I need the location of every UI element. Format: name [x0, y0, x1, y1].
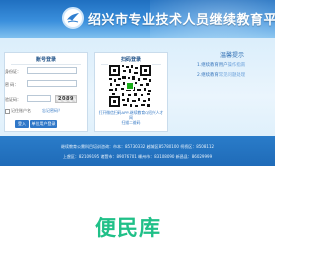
notice-link-highlight[interactable]: 操作指南	[228, 63, 246, 68]
footer: 继续教育公需科目培训咨询：市本：85730332 越城区85780100 柯桥区…	[0, 136, 275, 166]
footer-line2: 上虞区：82109195 诸暨市：89076701 嵊州市：83108090 新…	[62, 154, 213, 159]
header-banner: 绍兴市专业技术人员继续教育平台	[0, 0, 275, 38]
notice-link-highlight[interactable]: 常见问题处理	[219, 73, 245, 78]
notice-title: 温馨提示	[220, 52, 245, 59]
forgot-password-link[interactable]: 忘记密码？	[42, 108, 62, 114]
notice-link-prefix: 2.继续教育	[197, 73, 219, 78]
unit-user-login-button[interactable]: 单位用户登录	[30, 120, 57, 128]
footer-line1: 继续教育公需科目培训咨询：市本：85730332 越城区85780100 柯桥区…	[60, 144, 215, 149]
qr-caption: 打开微信扫码APP-继续教育Q绍兴人才网 扫描二维码	[98, 110, 164, 125]
notice-link-prefix: 1.继续教育用户	[197, 63, 228, 68]
captcha-image[interactable]: 2089	[55, 95, 77, 103]
remember-checkbox[interactable]	[5, 108, 10, 114]
brand-watermark: 便民库	[95, 216, 161, 240]
bird-emblem-icon	[62, 7, 84, 29]
notice-link-guide[interactable]: 1.继续教育用户操作指南	[197, 62, 245, 68]
remember-account[interactable]: 记住账户名	[5, 108, 31, 114]
id-label: 身份证：	[5, 69, 21, 74]
login-panel-title: 账号登录	[35, 57, 56, 63]
password-input[interactable]	[27, 80, 77, 87]
site-title: 绍兴市专业技术人员继续教育平台	[88, 13, 275, 28]
id-input[interactable]	[27, 67, 77, 74]
notice-link-faq[interactable]: 2.继续教育常见问题处理	[197, 72, 245, 78]
remember-label: 记住账户名	[11, 108, 31, 113]
qr-panel-title: 扫码登录	[120, 57, 141, 63]
captcha-label: 验证码：	[5, 97, 21, 102]
captcha-input[interactable]	[27, 95, 51, 102]
qr-code-icon	[108, 64, 152, 108]
password-label: 密 码：	[5, 82, 19, 87]
qr-caption-line2: 扫描二维码	[121, 120, 141, 125]
title-divider	[11, 64, 81, 65]
login-button[interactable]: 登入	[15, 120, 29, 128]
qr-caption-line1: 打开微信扫码APP-继续教育Q绍兴人才网	[98, 110, 164, 120]
page: 绍兴市专业技术人员继续教育平台 账号登录 身份证： 密 码： 验证码： 2089…	[0, 0, 275, 274]
